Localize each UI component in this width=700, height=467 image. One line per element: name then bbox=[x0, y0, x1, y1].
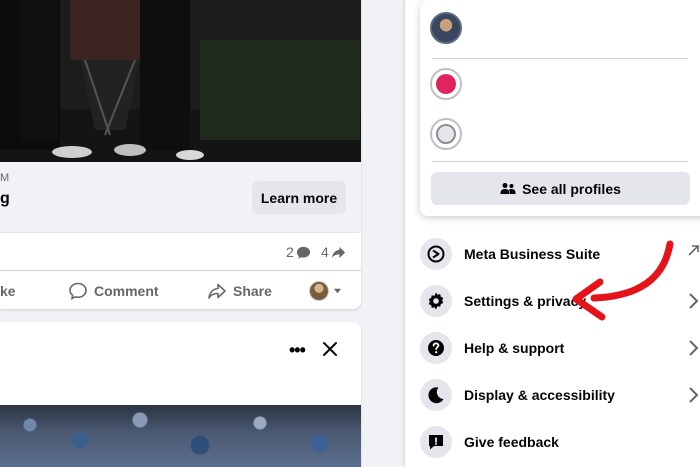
menu-item-label: Display & accessibility bbox=[464, 387, 615, 403]
profile-item[interactable] bbox=[430, 112, 690, 156]
switch-profile-avatar bbox=[430, 118, 462, 150]
post-video-frame[interactable] bbox=[0, 0, 361, 162]
link-preview[interactable]: M g Learn more bbox=[0, 162, 361, 233]
share-count-value: 4 bbox=[321, 244, 329, 260]
comment-count-value: 2 bbox=[286, 244, 294, 260]
post-stats: 2 4 bbox=[0, 233, 361, 271]
people-icon bbox=[500, 182, 516, 194]
menu-item-label: Give feedback bbox=[464, 434, 559, 450]
profiles-card: See all profiles bbox=[420, 0, 700, 216]
share-button[interactable]: Share bbox=[207, 272, 272, 309]
comment-label: Comment bbox=[94, 282, 159, 299]
gear-icon bbox=[420, 285, 452, 317]
post-image bbox=[0, 0, 361, 162]
link-domain: M bbox=[0, 172, 10, 184]
avatar bbox=[430, 12, 462, 44]
menu-item-label: Meta Business Suite bbox=[464, 246, 601, 262]
react-as-selector[interactable] bbox=[309, 272, 342, 309]
menu-item-display-accessibility[interactable]: Display & accessibility bbox=[420, 373, 700, 417]
question-icon bbox=[420, 332, 452, 364]
comment-icon bbox=[69, 282, 87, 300]
caret-down-icon bbox=[333, 288, 342, 294]
more-options-icon[interactable]: ••• bbox=[289, 340, 306, 361]
switch-profile-avatar bbox=[430, 68, 462, 100]
account-menu: See all profiles Meta Business Suite Set… bbox=[405, 0, 700, 467]
learn-more-button[interactable]: Learn more bbox=[252, 181, 346, 214]
profile-item[interactable] bbox=[430, 62, 690, 106]
meta-business-suite-icon bbox=[420, 238, 452, 270]
menu-item-give-feedback[interactable]: Give feedback bbox=[420, 420, 700, 464]
post-image[interactable] bbox=[0, 405, 361, 467]
close-icon[interactable] bbox=[321, 340, 339, 358]
external-link-icon bbox=[688, 245, 699, 256]
chevron-right-icon bbox=[689, 387, 699, 403]
divider bbox=[432, 58, 688, 59]
post-actions: ke Comment Share bbox=[0, 272, 361, 309]
menu-item-label: Settings & privacy bbox=[464, 293, 587, 309]
menu-item-meta-business-suite[interactable]: Meta Business Suite bbox=[420, 232, 700, 276]
comment-button[interactable]: Comment bbox=[68, 272, 159, 309]
moon-icon bbox=[420, 379, 452, 411]
share-count[interactable]: 4 bbox=[321, 244, 346, 260]
share-label: Share bbox=[233, 282, 272, 299]
chevron-right-icon bbox=[689, 293, 699, 309]
feed-post: M g Learn more 2 4 ke Comment Share bbox=[0, 0, 361, 309]
feed-post-second: ••• bbox=[0, 322, 361, 467]
see-all-profiles-label: See all profiles bbox=[522, 180, 621, 197]
menu-item-help-support[interactable]: Help & support bbox=[420, 326, 700, 370]
menu-item-label: Help & support bbox=[464, 340, 565, 356]
chevron-right-icon bbox=[689, 340, 699, 356]
like-button[interactable]: ke bbox=[0, 272, 16, 309]
link-title: g bbox=[0, 190, 10, 207]
share-arrow-icon bbox=[331, 246, 345, 258]
comment-bubble-icon bbox=[296, 246, 310, 259]
share-icon bbox=[208, 283, 226, 299]
feedback-icon bbox=[420, 426, 452, 458]
like-label: ke bbox=[0, 282, 16, 299]
comment-count[interactable]: 2 bbox=[286, 244, 311, 260]
divider bbox=[432, 161, 688, 162]
see-all-profiles-button[interactable]: See all profiles bbox=[431, 172, 690, 205]
menu-item-settings-privacy[interactable]: Settings & privacy bbox=[420, 279, 700, 323]
profile-item[interactable] bbox=[430, 6, 690, 50]
avatar bbox=[309, 280, 329, 301]
